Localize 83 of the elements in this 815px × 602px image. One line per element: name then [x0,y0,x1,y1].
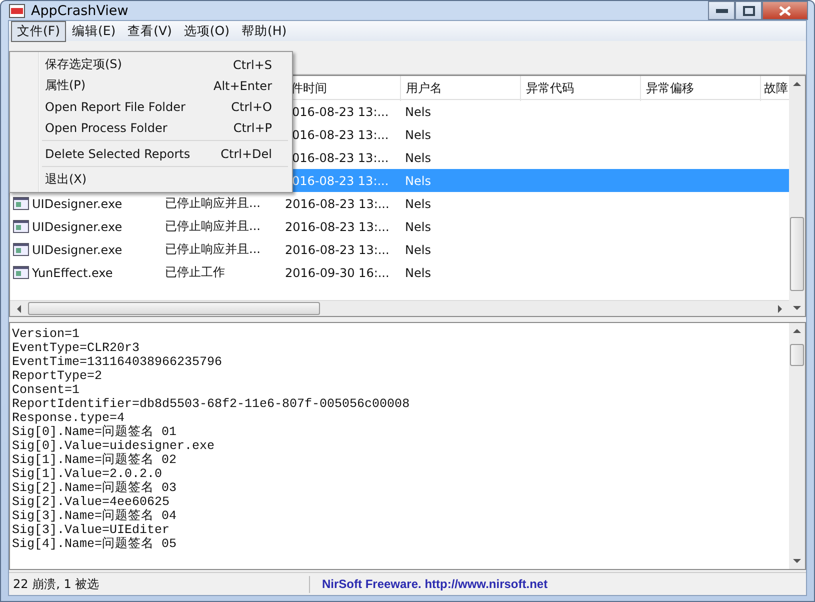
table-cell: 2016-08-23 13:... [285,220,390,234]
up-arrow-icon [793,328,801,334]
column-header[interactable]: 异常偏移 [641,76,761,101]
menu-item[interactable]: 选项(O) [178,20,236,42]
table-cell: 2016-08-23 13:... [285,242,390,256]
down-arrow-icon [793,305,801,311]
table-row[interactable]: UIDesigner.exe 已停止响应并且... 2016-08-23 13:... Nels [10,192,789,215]
report-line: Sig[3].Value=UIEditer [12,523,171,537]
table-cell: 已停止响应并且... [165,241,260,258]
minimize-button[interactable] [708,1,735,20]
menu-item[interactable]: 查看(V) [122,20,178,42]
table-cell: Nels [405,104,431,118]
table-row[interactable]: UIDesigner.exe 已停止响应并且... 2016-08-23 13:... Nels [10,238,789,261]
table-cell: 已停止响应并且... [165,195,260,212]
maximize-button[interactable] [735,1,762,20]
right-arrow-icon [777,304,783,312]
report-line: Sig[1].Value=2.0.2.0 [12,467,164,481]
table-cell: Nels [405,174,431,188]
menu-item[interactable]: 帮助(H) [236,20,293,42]
report-line: Sig[1].Name=问题签名 02 [12,453,178,467]
vertical-scrollbar[interactable] [789,76,805,316]
window-icon [13,197,29,210]
status-count: 22 崩溃, 1 被选 [9,576,310,592]
table-cell: 016-08-23 13:... [292,128,389,142]
table-cell: 016-08-23 13:... [292,150,389,164]
column-header[interactable]: 用户名 [401,76,521,101]
table-cell: 已停止响应并且... [165,218,260,235]
table-cell: Nels [405,242,431,256]
table-cell: 016-08-23 13:... [292,104,389,118]
table-cell: 2016-09-30 16:... [285,266,390,280]
window-icon [13,220,29,233]
minimize-icon [716,8,728,12]
window-icon [13,266,29,279]
horizontal-scrollbar[interactable] [10,300,789,316]
menu-item[interactable]: 编辑(E) [66,20,122,42]
report-line: Sig[2].Name=问题签名 03 [12,481,178,495]
report-line: Response.type=4 [12,411,126,425]
window-icon [13,243,29,256]
left-arrow-icon [16,304,22,312]
table-row[interactable]: YunEffect.exe 已停止工作 2016-09-30 16:... Nels [10,261,789,284]
scroll-thumb[interactable] [790,344,804,366]
table-cell: 2016-08-23 13:... [285,196,390,210]
table-cell: UIDesigner.exe [32,196,122,210]
window-title: AppCrashView [31,2,128,18]
table-cell: UIDesigner.exe [32,242,122,256]
table-cell: YunEffect.exe [32,266,113,280]
table-cell: 016-08-23 13:... [292,174,389,188]
table-cell: Nels [405,196,431,210]
table-cell: Nels [405,150,431,164]
credit-link[interactable]: NirSoft Freeware. http://www.nirsoft.net [310,577,548,591]
down-arrow-icon [793,558,801,564]
table-cell: UIDesigner.exe [32,220,122,234]
table-cell: Nels [405,128,431,142]
table-cell: Nels [405,220,431,234]
report-line: Sig[2].Value=4ee60625 [12,495,171,509]
report-line: Sig[0].Value=uidesigner.exe [12,439,216,453]
close-icon [779,6,791,16]
table-cell: 已停止工作 [165,264,225,281]
report-line: Sig[3].Name=问题签名 04 [12,509,178,523]
report-line: Version=1 [12,327,81,341]
menu-option[interactable]: 保存选定项(S) Ctrl+S [12,54,290,75]
column-header[interactable]: 异常代码 [521,76,641,101]
report-line: ReportIdentifier=db8d5503-68f2-11e6-807f-005056c00008 [12,397,411,411]
report-line: ReportType=2 [12,369,104,383]
close-button[interactable] [762,1,808,20]
report-line: Sig[0].Name=问题签名 01 [12,425,178,439]
scroll-thumb[interactable] [28,302,320,315]
app-icon [9,4,25,18]
table-cell: Nels [405,266,431,280]
column-header[interactable]: 故障 [761,76,789,101]
report-line: Sig[4].Name=问题签名 05 [12,537,178,551]
report-line: Consent=1 [12,383,81,397]
table-row[interactable]: UIDesigner.exe 已停止响应并且... 2016-08-23 13:... Nels [10,215,789,238]
menu-option[interactable]: Delete Selected Reports Ctrl+Del [12,143,290,164]
maximize-icon [742,6,754,16]
report-line: EventTime=131164038966235796 [12,355,224,369]
up-arrow-icon [793,81,801,87]
menu-option[interactable]: 退出(X) [12,169,290,190]
menu-option[interactable]: Open Process Folder Ctrl+P [12,117,290,138]
menu-item[interactable]: 文件(F) [11,20,66,42]
scroll-thumb[interactable] [790,217,804,291]
report-line: EventType=CLR20r3 [12,341,141,355]
vertical-scrollbar[interactable] [789,323,805,569]
